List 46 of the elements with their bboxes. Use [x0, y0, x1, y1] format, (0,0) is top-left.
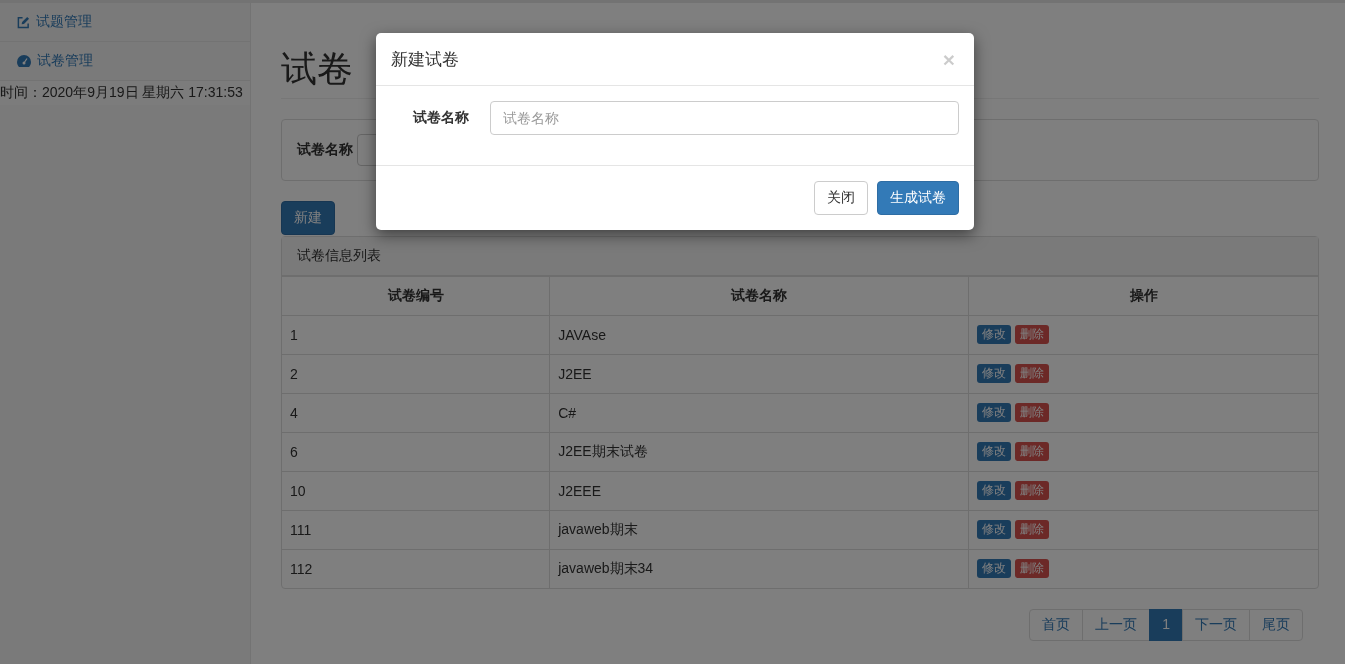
input-field[interactable]: 试卷名称 [490, 101, 959, 135]
table-cell: 2 [282, 354, 550, 394]
delete-button[interactable]: 删除 [1015, 559, 1050, 579]
table-cell: 1 [282, 315, 550, 355]
page-link[interactable]: 上一页 [1082, 608, 1151, 641]
page-link[interactable]: 下一页 [1182, 608, 1250, 641]
close-button[interactable]: × [938, 49, 959, 70]
delete-button[interactable]: 删除 [1015, 520, 1050, 540]
table-cell: 6 [282, 432, 550, 472]
dialog-title: 新建试卷 [391, 49, 459, 71]
dashboard-icon [17, 55, 31, 67]
table-cell: javaweb期末 [549, 510, 969, 550]
table-cell: J2EE期末试卷 [549, 432, 969, 472]
delete-button[interactable]: 删除 [1015, 364, 1050, 384]
table-cell: J2EE [549, 354, 969, 394]
table-cell: C# [549, 393, 969, 433]
edit-icon [17, 15, 30, 29]
page-link[interactable]: 1 [1149, 608, 1183, 641]
field-label: 试卷名称 [297, 140, 353, 159]
table-cell: JAVAse [549, 315, 969, 355]
edit-button[interactable]: 修改 [977, 559, 1012, 579]
delete-button[interactable]: 删除 [1015, 403, 1050, 423]
column-header: 试卷编号 [282, 276, 550, 316]
edit-button[interactable]: 修改 [977, 442, 1012, 462]
column-header: 操作 [968, 276, 1318, 316]
new-button[interactable]: 新建 [281, 200, 335, 235]
panel-heading: 试卷信息列表 [282, 236, 1318, 276]
edit-button[interactable]: 修改 [977, 325, 1012, 345]
delete-button[interactable]: 删除 [1015, 325, 1050, 345]
table-cell: 112 [282, 549, 550, 588]
delete-button[interactable]: 删除 [1015, 481, 1050, 501]
column-header: 试卷名称 [549, 276, 969, 316]
table-cell: 4 [282, 393, 550, 433]
table-cell: J2EEE [549, 471, 969, 511]
page-link[interactable]: 尾页 [1249, 608, 1303, 641]
page-link[interactable]: 首页 [1029, 608, 1084, 641]
close-button[interactable]: 关闭 [814, 181, 868, 215]
field-label: 试卷名称 [411, 109, 470, 127]
delete-button[interactable]: 删除 [1015, 442, 1050, 462]
table-cell: 111 [282, 510, 550, 550]
edit-button[interactable]: 修改 [977, 403, 1012, 423]
generate-button[interactable]: 生成试卷 [877, 181, 959, 215]
edit-button[interactable]: 修改 [977, 520, 1012, 540]
table-cell: 10 [282, 471, 550, 511]
edit-button[interactable]: 修改 [977, 364, 1012, 384]
edit-button[interactable]: 修改 [977, 481, 1012, 501]
